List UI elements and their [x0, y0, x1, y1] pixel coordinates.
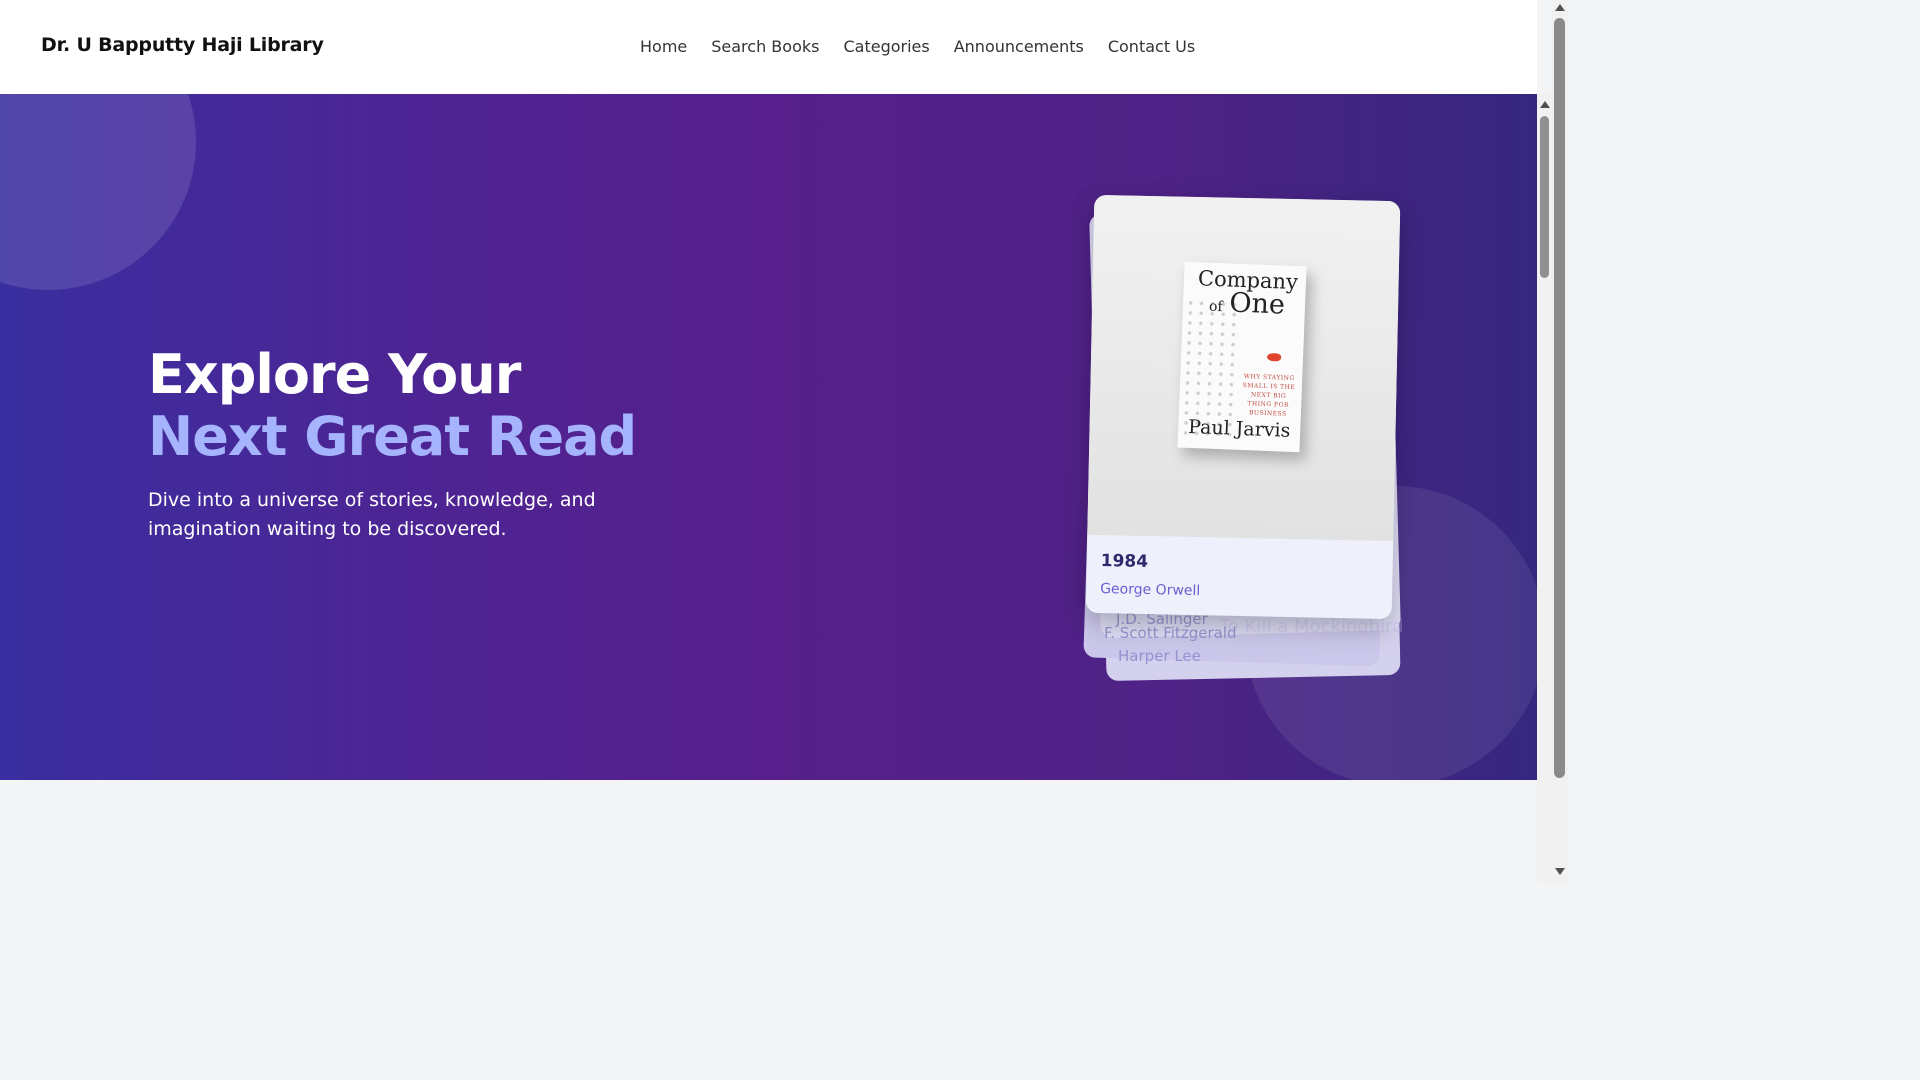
content-scrollbar-thumb[interactable]: [1540, 116, 1549, 278]
back-card-title: To Kill a Mockingbird: [1220, 616, 1404, 637]
book-card-info: 1984 George Orwell: [1100, 551, 1201, 599]
page-scrollbar-thumb[interactable]: [1554, 18, 1565, 778]
nav-contact-us[interactable]: Contact Us: [1108, 37, 1195, 56]
scroll-up-arrow-icon[interactable]: [1555, 4, 1565, 11]
nav-home[interactable]: Home: [640, 37, 687, 56]
featured-book-card[interactable]: Company of One WHY STAYING SMALL IS THE …: [1085, 194, 1401, 620]
hero-title: Explore Your Next Great Read: [148, 344, 768, 468]
site-brand[interactable]: Dr. U Bapputty Haji Library: [41, 34, 324, 56]
back-card-author: Harper Lee: [1118, 647, 1201, 665]
book-title: 1984: [1100, 551, 1149, 573]
hero-title-line2: Next Great Read: [148, 405, 637, 468]
main-nav: Home Search Books Categories Announcemen…: [640, 37, 1195, 56]
scroll-up-arrow-icon[interactable]: [1540, 101, 1550, 108]
nav-categories[interactable]: Categories: [843, 37, 929, 56]
cover-tagline: WHY STAYING SMALL IS THE NEXT BIG THING …: [1242, 373, 1296, 418]
fish-icon: [1266, 352, 1282, 362]
nav-search-books[interactable]: Search Books: [711, 37, 819, 56]
hero-subtitle: Dive into a universe of stories, knowled…: [148, 489, 596, 540]
hero-title-line1: Explore Your: [148, 343, 521, 406]
book-cover-image: Company of One WHY STAYING SMALL IS THE …: [1087, 194, 1401, 542]
scroll-down-arrow-icon[interactable]: [1555, 868, 1565, 875]
cover-author: Paul Jarvis: [1187, 415, 1291, 442]
back-card-author: F. Scott Fitzgerald: [1104, 624, 1237, 642]
book-author: George Orwell: [1099, 581, 1201, 600]
book-cover: Company of One WHY STAYING SMALL IS THE …: [1177, 261, 1307, 453]
top-navbar: Dr. U Bapputty Haji Library Home Search …: [0, 0, 1537, 94]
cover-title: Company of One: [1197, 266, 1299, 321]
decorative-circle: [0, 94, 196, 290]
hero-text-block: Explore Your Next Great Read Dive into a…: [148, 344, 768, 544]
nav-announcements[interactable]: Announcements: [954, 37, 1084, 56]
